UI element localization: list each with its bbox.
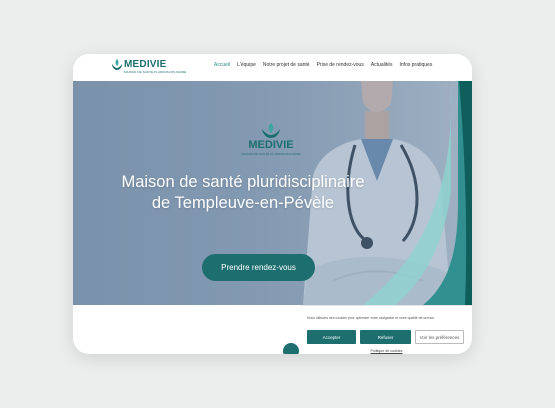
nav-item-infos-pratiques[interactable]: Infos pratiques — [400, 62, 433, 68]
cookie-banner: Nous utilisons des cookies pour optimise… — [301, 305, 472, 354]
nav-item-accueil[interactable]: Accueil — [214, 62, 230, 68]
hero-logo-name: MEDIVIE — [248, 139, 294, 151]
logo-tagline: MAISON DE SANTÉ PLURIDISCIPLINAIRE — [124, 70, 187, 74]
hero-section: MEDIVIE MAISON DE SANTÉ PLURIDISCIPLINAI… — [73, 81, 472, 305]
main-nav: Accueil L'équipe Notre projet de santé P… — [214, 62, 432, 68]
logo-name: MEDIVIE — [124, 59, 167, 70]
cookie-message: Nous utilisons des cookies pour optimise… — [307, 316, 435, 320]
book-appointment-button[interactable]: Prendre rendez-vous — [202, 254, 315, 281]
site-logo[interactable]: MEDIVIE MAISON DE SANTÉ PLURIDISCIPLINAI… — [111, 58, 187, 78]
scroll-top-button[interactable] — [283, 343, 299, 354]
nav-item-rendez-vous[interactable]: Prise de rendez-vous — [317, 62, 364, 68]
hero-title: Maison de santé pluridisciplinaire de Te… — [93, 172, 393, 214]
cookie-policy-link[interactable]: Politique de cookies — [301, 349, 472, 353]
nav-item-projet-sante[interactable]: Notre projet de santé — [263, 62, 310, 68]
nav-item-equipe[interactable]: L'équipe — [237, 62, 256, 68]
refuse-cookies-button[interactable]: Refuser — [360, 330, 411, 344]
bottom-partial-logo — [131, 347, 145, 354]
browser-window: MEDIVIE MAISON DE SANTÉ PLURIDISCIPLINAI… — [73, 54, 472, 354]
site-header: MEDIVIE MAISON DE SANTÉ PLURIDISCIPLINAI… — [73, 54, 472, 81]
leaf-hands-icon — [262, 123, 280, 138]
leaf-hands-icon — [112, 59, 122, 70]
hero-logo: MEDIVIE MAISON DE SANTÉ PLURIDISCIPLINAI… — [241, 122, 301, 162]
accept-cookies-button[interactable]: Accepter — [307, 330, 356, 344]
hero-title-line-1: Maison de santé pluridisciplinaire — [121, 173, 365, 191]
nav-item-actualites[interactable]: Actualités — [371, 62, 393, 68]
hero-title-line-2: de Templeuve-en-Pévèle — [151, 194, 335, 212]
hero-logo-tagline: MAISON DE SANTÉ PLURIDISCIPLINAIRE — [241, 152, 301, 156]
cookie-preferences-button[interactable]: Voir les préférences — [415, 330, 464, 344]
